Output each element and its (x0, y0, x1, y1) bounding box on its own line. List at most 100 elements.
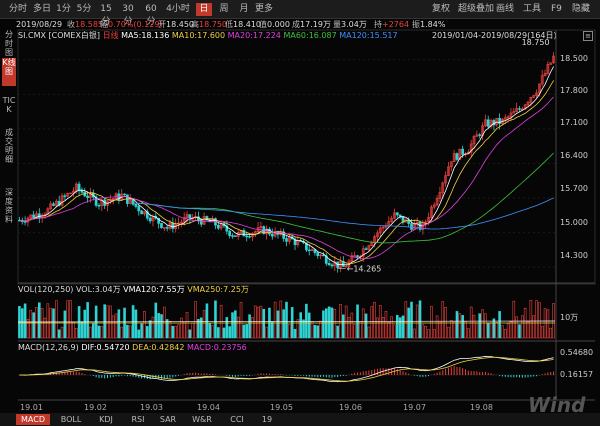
volume-bar (103, 304, 106, 339)
volume-bar (251, 317, 254, 339)
volume-bar (228, 326, 231, 339)
indicator-tab-7[interactable]: 19 (258, 414, 276, 425)
volume-bar (137, 329, 141, 339)
volume-bar (353, 324, 356, 339)
volume-bar (239, 302, 243, 339)
volume-bar (316, 325, 320, 339)
candle-body (77, 183, 81, 191)
volume-bar (236, 316, 240, 339)
volume-bar (481, 309, 484, 339)
indicator-tab-3[interactable]: RSI (126, 414, 150, 425)
indicator-tab-2[interactable]: KDJ (92, 414, 120, 425)
volume-bar (63, 310, 67, 339)
volume-bar (441, 301, 445, 339)
volume-bar (126, 324, 129, 339)
kline-chart[interactable]: 18.750 ←14.265 (0, 0, 600, 426)
volume-bar (381, 317, 385, 339)
indicator-tab-4[interactable]: SAR (156, 414, 180, 425)
volume-bar (432, 328, 436, 339)
volume-bar (410, 301, 413, 339)
volume-bar (180, 317, 183, 339)
volume-bar (435, 315, 439, 339)
indicator-tab-1[interactable]: BOLL (56, 414, 86, 425)
volume-bar (293, 328, 297, 339)
candle-body (123, 193, 126, 196)
indicator-tab-6[interactable]: CCI (224, 414, 250, 425)
volume-bar (23, 303, 27, 339)
volume-bar (529, 300, 533, 339)
candle-body (410, 223, 413, 230)
candle-body (455, 153, 459, 160)
volume-bar (347, 317, 351, 339)
volume-bar (506, 323, 510, 339)
volume-bar (222, 327, 226, 339)
volume-bar (225, 317, 229, 339)
volume-bar (452, 321, 456, 339)
candle-body (353, 255, 357, 257)
dif-line (19, 355, 554, 383)
candle-body (307, 249, 311, 252)
volume-bar (384, 311, 388, 339)
indicator-tab-0[interactable]: MACD (16, 414, 50, 425)
candle-body (398, 214, 402, 217)
volume-bar (364, 313, 368, 339)
volume-bar (60, 326, 64, 339)
volume-bar (89, 326, 92, 339)
volume-bar (160, 314, 163, 339)
volume-bar (214, 300, 217, 339)
volume-bar (276, 310, 280, 339)
price-axis-label: 17.800 (560, 86, 588, 95)
date-axis-label: 19.08 (470, 403, 493, 412)
volume-axis-label: 10万 (560, 313, 579, 322)
volume-bar (464, 321, 467, 339)
volume-bar (80, 321, 84, 339)
dea-line (19, 357, 554, 382)
low-price-marker: ←14.265 (347, 265, 382, 274)
indicator-tab-bar: MACD BOLL KDJ RSI SAR W&R CCI 19 (0, 413, 600, 426)
volume-bar (421, 324, 425, 339)
volume-bar (512, 300, 516, 339)
vma120-label: VMA120:7.55万 (123, 285, 185, 294)
volume-bar (231, 312, 234, 339)
volume-bar (69, 300, 72, 339)
candle-body (330, 264, 334, 267)
volume-bar (66, 300, 70, 339)
volume-bar (168, 320, 172, 339)
volume-bar (72, 321, 75, 339)
volume-bar (140, 323, 143, 339)
candle-body (364, 248, 368, 250)
volume-bar (532, 315, 535, 339)
volume-bar (509, 321, 513, 339)
volume-bar (430, 305, 433, 339)
volume-bar (194, 301, 197, 339)
volume-bar (259, 305, 263, 339)
volume-bar (461, 315, 464, 339)
volume-bar (74, 327, 78, 339)
ma5-line (19, 66, 554, 266)
candle-body (86, 195, 89, 198)
wind-terminal-window: 分时 多日 1分 5分 15分 30分 60分 4小时日周月更多 复权 超级叠加 画线 工具 … (0, 0, 600, 426)
date-axis-label: 19.07 (403, 403, 426, 412)
candle-body (199, 219, 203, 225)
volume-bar (327, 306, 331, 339)
volume-bar (546, 309, 550, 339)
price-axis-label: 15.000 (560, 218, 588, 227)
volume-bar (29, 309, 33, 339)
volume-bar (307, 312, 311, 339)
date-axis-label: 19.04 (197, 403, 220, 412)
volume-bar (413, 328, 416, 339)
volume-bar (458, 313, 462, 339)
candle-body (248, 236, 251, 238)
volume-bar (302, 319, 305, 339)
volume-bar (174, 326, 177, 339)
volume-bar (319, 320, 322, 339)
indicator-tab-5[interactable]: W&R (186, 414, 218, 425)
volume-bar (427, 329, 430, 339)
volume-bar (43, 317, 47, 339)
volume-bar (538, 302, 541, 339)
ma120-line (133, 197, 554, 230)
volume-bar (143, 311, 146, 339)
candle-body (270, 233, 274, 237)
candle-body (461, 148, 465, 155)
volume-bar (526, 321, 530, 339)
